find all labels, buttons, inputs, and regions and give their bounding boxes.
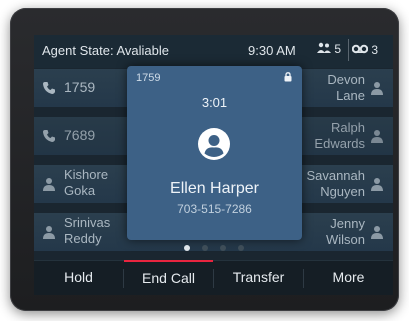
contact-devon-lane[interactable]: Devon Lane [293, 69, 383, 107]
line-key-label: 1759 [64, 79, 96, 95]
page-indicator [34, 243, 393, 253]
users-icon [317, 42, 331, 53]
line-key-label: 7689 [64, 127, 96, 143]
phone-icon [43, 82, 55, 94]
agent-state[interactable]: Agent State: Avaliable [42, 43, 169, 58]
person-icon [371, 178, 383, 191]
person-icon [371, 82, 383, 95]
caller-name: Ellen Harper [170, 180, 259, 197]
status-divider [348, 39, 349, 61]
page-dot[interactable] [202, 245, 208, 251]
active-call-card[interactable]: 1759 3:01 Ellen Harper 703-515-7286 [127, 66, 302, 240]
users-count: 5 [334, 42, 342, 56]
hold-button[interactable]: Hold [34, 261, 123, 295]
phone-icon [43, 130, 55, 142]
contact-name: Ralph Edwards [314, 120, 365, 151]
contact-name: Kishore Goka [64, 167, 109, 198]
voicemail-count: 3 [371, 43, 379, 57]
contact-savannah-nguyen[interactable]: Savannah Nguyen [293, 165, 383, 203]
softkey-bar: Hold End Call Transfer More [34, 260, 393, 295]
phone-screen: Agent State: Avaliable 9:30 AM 5 3 1759 … [34, 35, 393, 295]
status-bar: Agent State: Avaliable 9:30 AM 5 3 [34, 35, 393, 68]
users-indicator[interactable]: 5 [317, 42, 341, 56]
avatar-icon [198, 128, 230, 160]
lock-icon [284, 72, 292, 82]
end-call-button[interactable]: End Call [124, 260, 213, 295]
transfer-button[interactable]: Transfer [214, 261, 303, 295]
page-dot-active[interactable] [184, 245, 190, 251]
clock-time: 9:30 AM [248, 43, 296, 58]
person-icon [43, 226, 55, 239]
caller-number: 703-515-7286 [177, 202, 252, 216]
phone-device: Agent State: Avaliable 9:30 AM 5 3 1759 … [10, 8, 399, 311]
voicemail-indicator[interactable]: 3 [351, 43, 379, 57]
person-icon [371, 226, 383, 239]
call-line-number: 1759 [136, 72, 161, 84]
page-dot[interactable] [238, 245, 244, 251]
contact-name: Savannah Nguyen [306, 168, 365, 199]
person-icon [43, 178, 55, 191]
call-duration: 3:01 [201, 95, 228, 110]
voicemail-icon [351, 44, 369, 54]
page-dot[interactable] [220, 245, 226, 251]
more-button[interactable]: More [304, 261, 393, 295]
contact-ralph-edwards[interactable]: Ralph Edwards [293, 117, 383, 155]
person-icon [371, 130, 383, 143]
contact-name: Devon Lane [327, 72, 365, 103]
